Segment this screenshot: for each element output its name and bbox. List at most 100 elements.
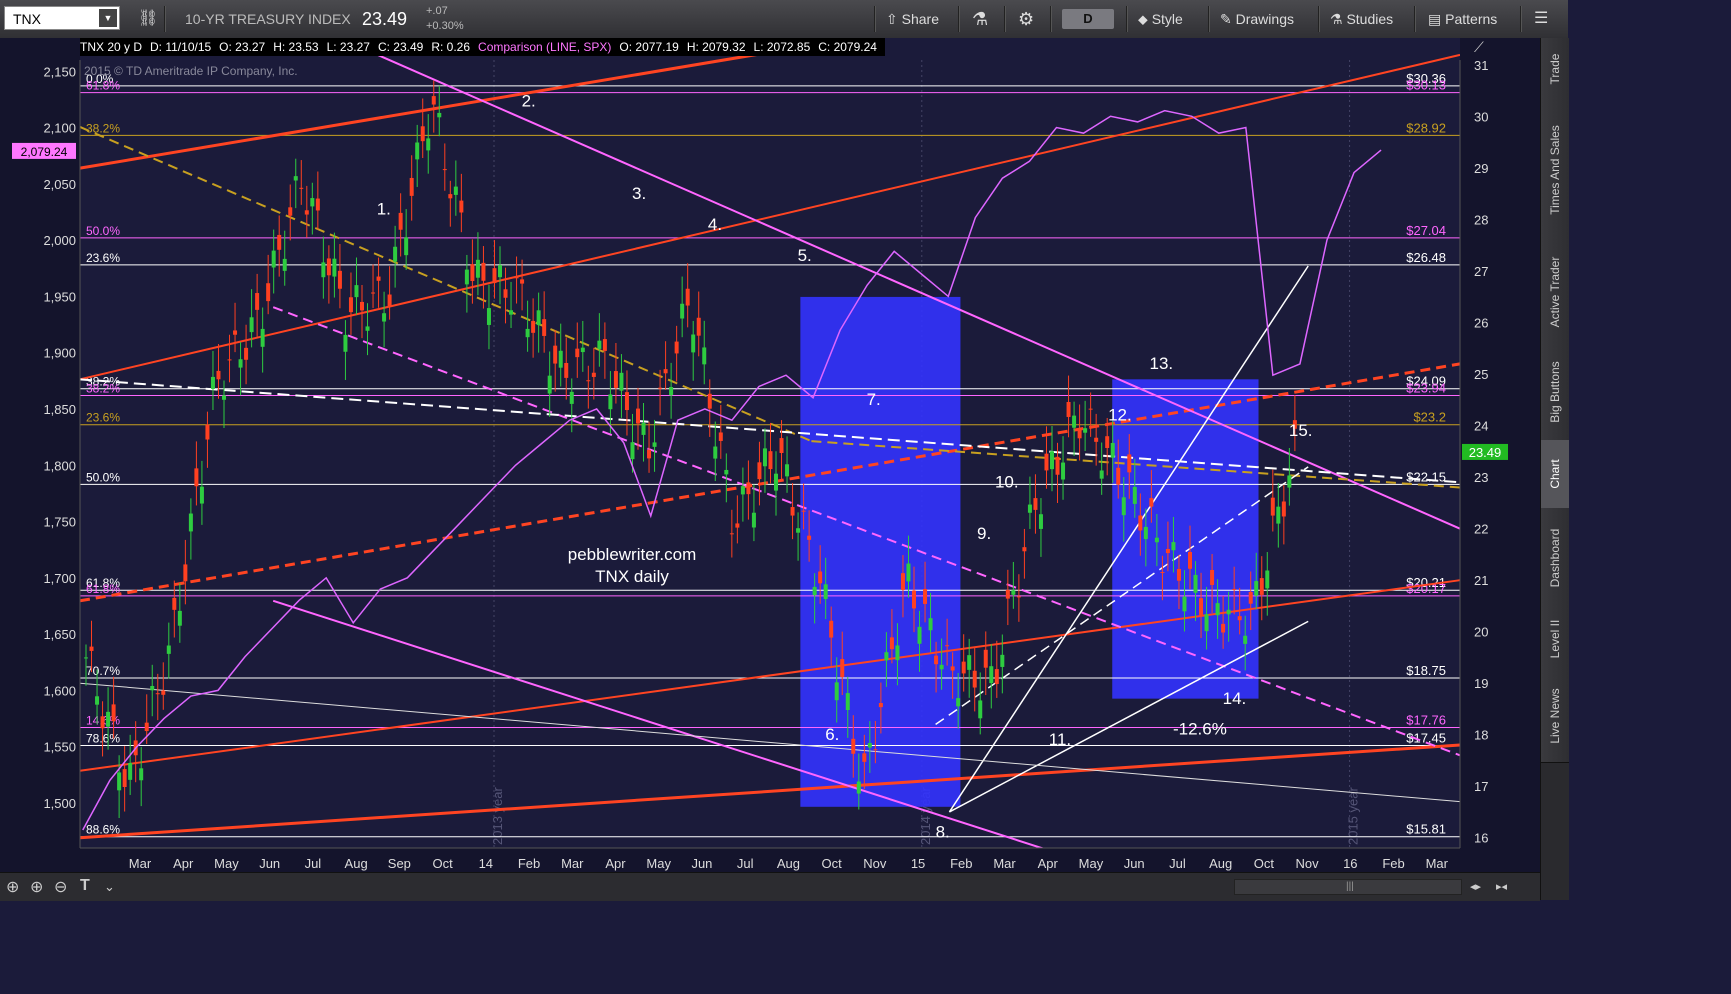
candle-body <box>128 762 133 780</box>
share-button[interactable]: ⇧ Share <box>886 0 939 38</box>
candle-body <box>1270 497 1275 516</box>
candle-body <box>680 303 685 319</box>
candle-body <box>1232 588 1237 590</box>
symbol-input[interactable]: TNX ▼ <box>4 6 120 30</box>
tab-level-ii[interactable]: Level II <box>1541 608 1569 671</box>
chart-canvas[interactable]: 2013 year 2014 year 2015 year 0.0% $30.3661… <box>0 38 1540 872</box>
studies-button[interactable]: ⚗ Studies <box>1330 0 1393 38</box>
candle-body <box>525 328 530 338</box>
fib-label-right: $23.94 <box>1406 380 1446 395</box>
candle-body <box>205 424 210 440</box>
toolbar-separator <box>1318 6 1320 32</box>
x-tick-label: Jul <box>305 856 322 871</box>
candle-body <box>978 700 983 719</box>
candle-body <box>823 584 828 600</box>
zoom-out-icon[interactable]: ⊖ <box>54 877 67 897</box>
link-icon[interactable]: ⛓ <box>138 0 158 38</box>
candle-body <box>1061 462 1066 480</box>
chevron-down-icon[interactable]: ⌄ <box>104 879 115 895</box>
tab-live-news[interactable]: Live News <box>1541 670 1569 763</box>
fib-label-right: $30.13 <box>1406 78 1446 93</box>
chevron-down-icon[interactable]: ▼ <box>99 9 117 27</box>
candle-body <box>619 372 624 391</box>
text-tool-icon[interactable]: T <box>80 877 90 895</box>
symbol-text: TNX <box>13 11 41 27</box>
right-tick-label: 29 <box>1474 161 1488 176</box>
candle-body <box>762 448 767 467</box>
candle-body <box>624 392 629 411</box>
candle-body <box>398 212 403 230</box>
patterns-button[interactable]: ▤ Patterns <box>1428 0 1497 38</box>
info-bar: TNX 20 y D D: 11/10/15 O: 23.27 H: 23.53 L: … <box>80 38 885 56</box>
candle-body <box>895 645 900 661</box>
tab-big-buttons[interactable]: Big Buttons <box>1541 344 1569 441</box>
tab-times-and-sales[interactable]: Times And Sales <box>1541 100 1569 241</box>
x-tick-label: Nov <box>863 856 887 871</box>
expand-icon[interactable]: ◂▸ <box>1470 880 1481 893</box>
tab-trade[interactable]: Trade <box>1541 38 1569 101</box>
candle-body <box>1116 467 1121 485</box>
drawings-button[interactable]: ✎ Drawings <box>1220 0 1294 38</box>
candle-body <box>1105 436 1110 448</box>
candle-body <box>674 341 679 354</box>
candle-body <box>685 288 690 306</box>
candle-body <box>255 293 260 310</box>
compress-icon[interactable]: ▸◂ <box>1496 880 1507 893</box>
candle-body <box>1022 547 1027 552</box>
candle-body <box>757 462 762 480</box>
toolbar-separator <box>1050 6 1052 32</box>
menu-icon[interactable]: ☰ <box>1534 0 1548 38</box>
candle-body <box>967 655 972 670</box>
candle-body <box>266 283 271 302</box>
aggregation-button[interactable]: D <box>1062 9 1114 29</box>
candle-body <box>641 422 646 435</box>
info-cmp-high: H: 2079.32 <box>686 40 746 54</box>
year-mark: 2013 year <box>490 787 505 845</box>
scroll-grip[interactable]: ||| <box>1346 881 1354 892</box>
x-tick-label: Mar <box>993 856 1016 871</box>
x-tick-label: Feb <box>1382 856 1404 871</box>
candle-body <box>1143 526 1148 540</box>
candle-body <box>851 738 856 754</box>
candle-body <box>669 387 674 396</box>
x-tick-label: Apr <box>605 856 626 871</box>
candle-body <box>464 269 469 285</box>
candle-body <box>222 395 226 400</box>
crosshair-icon[interactable]: ⊕ <box>6 877 19 897</box>
fib-label-left: 23.6% <box>86 251 120 265</box>
x-tick-label: Jun <box>691 856 712 871</box>
x-tick-label: Oct <box>1254 856 1275 871</box>
candle-body <box>371 292 376 294</box>
x-tick-label: May <box>214 856 239 871</box>
candle-body <box>89 646 94 651</box>
candle-body <box>1050 451 1054 470</box>
share-icon: ⇧ <box>886 11 898 27</box>
candle-body <box>1094 437 1099 442</box>
highlight-box <box>1112 379 1259 699</box>
candle-body <box>139 768 144 781</box>
tab-active-trader[interactable]: Active Trader <box>1541 240 1569 345</box>
candle-body <box>774 473 778 491</box>
toolbar-separator <box>1208 6 1210 32</box>
flask-icon[interactable]: ⚗ <box>972 0 988 38</box>
tab-chart[interactable]: Chart <box>1541 440 1569 509</box>
style-icon: ⬥ <box>1138 11 1148 27</box>
watermark-text: TNX daily <box>595 567 669 586</box>
candle-body <box>415 142 420 160</box>
gear-icon[interactable]: ⚙ <box>1018 0 1034 38</box>
info-low: L: 23.27 <box>326 40 370 54</box>
right-tick-label: 19 <box>1474 676 1488 691</box>
candle-body <box>812 586 817 596</box>
candle-body <box>343 334 348 352</box>
candle-body <box>249 317 254 333</box>
candle-body <box>172 597 177 610</box>
candle-body <box>950 666 955 671</box>
fib-label-left: 50.0% <box>86 470 120 484</box>
candle-body <box>382 313 387 322</box>
style-button[interactable]: ⬥ Style <box>1138 0 1183 38</box>
tab-dashboard[interactable]: Dashboard <box>1541 508 1569 609</box>
info-high: H: 23.53 <box>273 40 319 54</box>
zoom-in-icon[interactable]: ⊕ <box>30 877 43 897</box>
right-tick-label: 30 <box>1474 110 1488 125</box>
candle-body <box>696 317 701 336</box>
